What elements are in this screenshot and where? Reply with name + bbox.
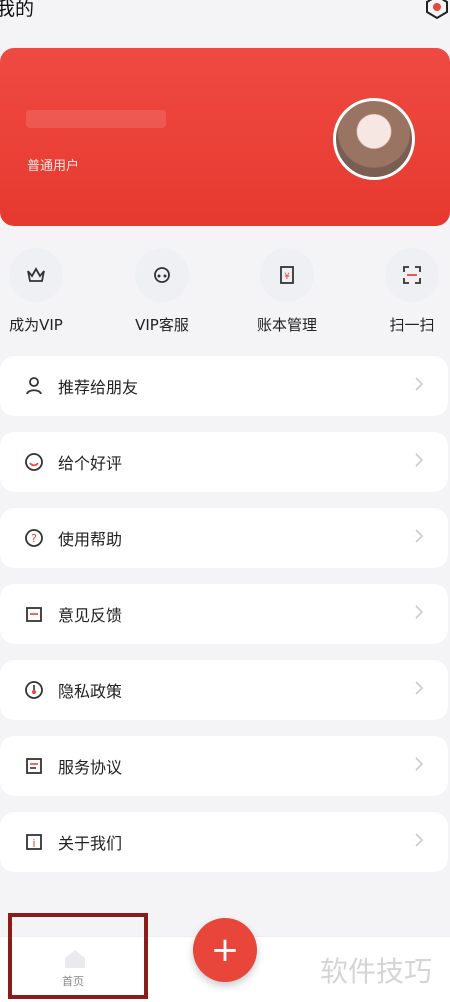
watermark: 软件技巧 [320,955,433,988]
menu-item-label: 意见反馈 [58,606,123,625]
quick-action-ledger[interactable]: ¥ 账本管理 [237,248,337,335]
ledger-icon: ¥ [280,266,294,284]
chevron-right-icon [415,605,424,619]
help-icon: ? [25,529,43,547]
svg-text:i: i [32,837,35,850]
agreement-icon [26,758,42,774]
quick-action-label: VIP客服 [135,316,189,334]
profile-card[interactable]: 普通用户 [0,48,450,226]
menu-item-help[interactable]: ? 使用帮助 [0,508,448,568]
menu-item-about[interactable]: i 关于我们 [0,812,448,872]
menu-item-label: 隐私政策 [58,682,123,701]
page-title: 我的 [0,0,35,20]
chevron-right-icon [415,681,424,695]
plus-icon: + [210,930,240,970]
avatar[interactable] [333,98,415,180]
feedback-icon [26,607,42,622]
menu-item-privacy[interactable]: 隐私政策 [0,660,448,720]
quick-action-service[interactable]: VIP客服 [112,248,212,335]
highlight-box [8,913,148,999]
menu-item-label: 服务协议 [58,758,123,777]
smile-icon [25,453,43,471]
quick-action-vip[interactable]: 成为VIP [0,248,86,335]
quick-action-label: 成为VIP [9,316,63,334]
chevron-right-icon [415,453,424,467]
chevron-right-icon [415,833,424,847]
scan-icon [403,266,421,284]
quick-action-label: 扫一扫 [389,316,435,334]
customer-service-icon [154,267,170,283]
chevron-right-icon [415,377,424,391]
quick-actions: 成为VIP VIP客服 ¥ 账本管理 扫一扫 [0,248,450,338]
user-type-label: 普通用户 [27,159,80,174]
svg-text:¥: ¥ [284,272,290,282]
crown-icon [27,267,45,282]
menu-item-share[interactable]: 推荐给朋友 [0,356,448,416]
chevron-right-icon [415,757,424,771]
quick-action-label: 账本管理 [256,316,317,334]
username-blur [26,110,166,128]
menu-item-rate[interactable]: 给个好评 [0,432,448,492]
menu-item-label: 使用帮助 [58,530,123,549]
user-icon [26,377,42,395]
menu-item-label: 推荐给朋友 [58,378,139,397]
privacy-icon [25,681,43,699]
info-icon: i [26,834,42,850]
chevron-right-icon [415,529,424,543]
menu-item-label: 给个好评 [58,454,123,473]
menu-item-label: 关于我们 [58,834,123,853]
quick-action-scan[interactable]: 扫一扫 [362,248,450,335]
settings-icon[interactable] [424,0,450,20]
add-button[interactable]: + [193,918,257,982]
menu-item-feedback[interactable]: 意见反馈 [0,584,448,644]
svg-text:?: ? [31,532,37,545]
menu-item-agreement[interactable]: 服务协议 [0,736,448,796]
